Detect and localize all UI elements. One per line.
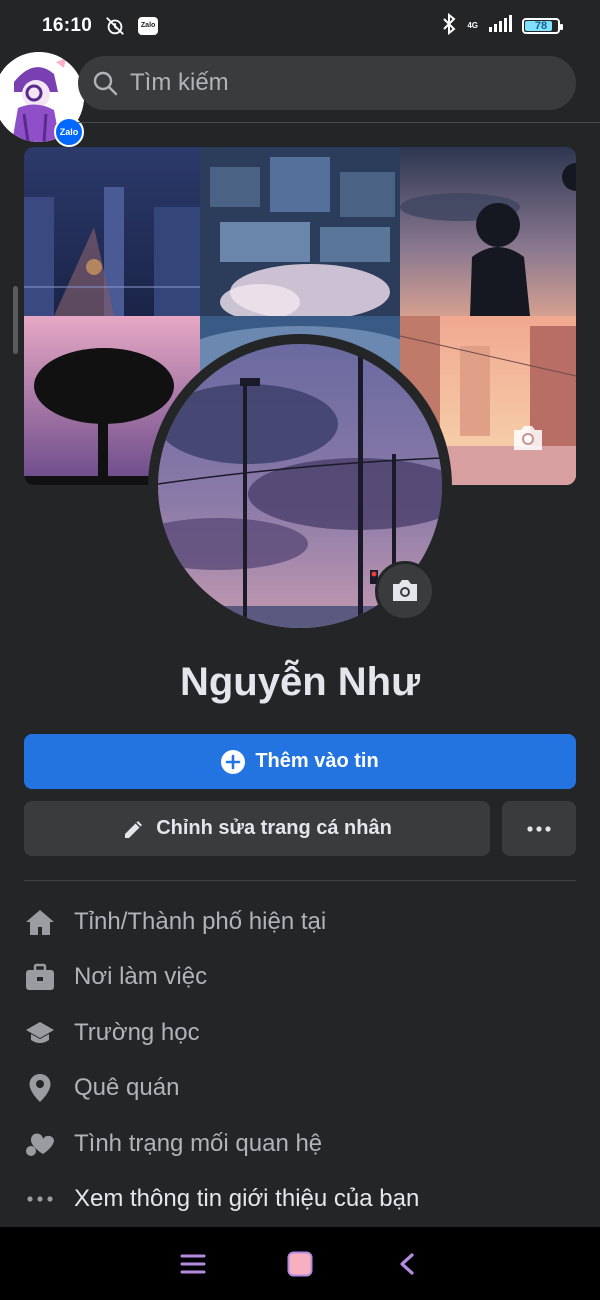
cover-tile-city-night <box>24 147 200 316</box>
detail-label: Xem thông tin giới thiệu của bạn <box>74 1185 420 1213</box>
signal-icon <box>488 14 512 38</box>
heart-icon <box>24 1128 56 1160</box>
edge-panel-handle[interactable] <box>13 286 18 354</box>
detail-see-about[interactable]: Xem thông tin giới thiệu của bạn <box>24 1172 584 1228</box>
briefcase-icon <box>24 961 56 993</box>
graduation-cap-icon <box>24 1017 56 1049</box>
search-input[interactable] <box>130 69 510 97</box>
cover-tile-silhouette <box>400 147 576 316</box>
search-bar[interactable] <box>78 56 576 110</box>
back-button[interactable] <box>387 1244 427 1284</box>
system-nav-bar <box>0 1227 600 1300</box>
more-dots-icon <box>527 825 551 832</box>
detail-hometown[interactable]: Quê quán <box>24 1061 584 1117</box>
more-options-button[interactable] <box>502 801 576 856</box>
zalo-notification-icon: Zalo <box>138 17 159 35</box>
add-to-story-label: Thêm vào tin <box>255 750 379 772</box>
header-divider <box>78 122 600 123</box>
change-avatar-camera-button[interactable] <box>375 561 435 621</box>
detail-label: Quê quán <box>74 1074 180 1102</box>
section-divider <box>24 880 576 881</box>
menu-icon <box>180 1254 206 1273</box>
change-cover-camera-icon[interactable] <box>510 422 546 454</box>
detail-label: Nơi làm việc <box>74 963 208 991</box>
bluetooth-icon <box>441 12 457 40</box>
camera-icon <box>393 580 417 601</box>
location-pin-icon <box>24 1072 56 1104</box>
status-time: 16:10 <box>42 15 93 36</box>
home-icon <box>24 906 56 938</box>
detail-label: Tình trạng mối quan hệ <box>74 1129 323 1157</box>
cover-tile-rooftops <box>200 147 400 316</box>
profile-name: Nguyễn Như <box>179 660 421 704</box>
network-type: 4G <box>467 21 478 30</box>
detail-label: Tỉnh/Thành phố hiện tại <box>74 907 327 935</box>
pencil-icon <box>125 820 143 838</box>
edit-profile-button[interactable]: Chỉnh sửa trang cá nhân <box>24 801 490 856</box>
detail-workplace[interactable]: Nơi làm việc <box>24 950 584 1006</box>
detail-relationship[interactable]: Tình trạng mối quan hệ <box>24 1116 584 1172</box>
back-arrow-icon <box>400 1252 414 1275</box>
add-to-story-button[interactable]: Thêm vào tin <box>24 734 576 789</box>
status-bar: 16:10 Zalo 4G 78 <box>0 0 600 52</box>
home-square-icon <box>287 1251 313 1276</box>
recent-apps-button[interactable] <box>173 1244 213 1284</box>
detail-school[interactable]: Trường học <box>24 1005 584 1061</box>
battery-indicator: 78 <box>522 18 563 34</box>
edit-profile-label: Chỉnh sửa trang cá nhân <box>156 817 392 839</box>
detail-current-city[interactable]: Tỉnh/Thành phố hiện tại <box>24 894 584 950</box>
alarm-off-icon <box>104 15 126 37</box>
more-dots-icon <box>24 1183 56 1215</box>
profile-details: Tỉnh/Thành phố hiện tại Nơi làm việc Trư… <box>24 894 584 1227</box>
search-icon <box>93 71 118 96</box>
battery-level: 78 <box>534 20 548 32</box>
detail-label: Trường học <box>74 1018 200 1046</box>
plus-circle-icon <box>221 749 246 774</box>
home-button[interactable] <box>280 1244 320 1284</box>
